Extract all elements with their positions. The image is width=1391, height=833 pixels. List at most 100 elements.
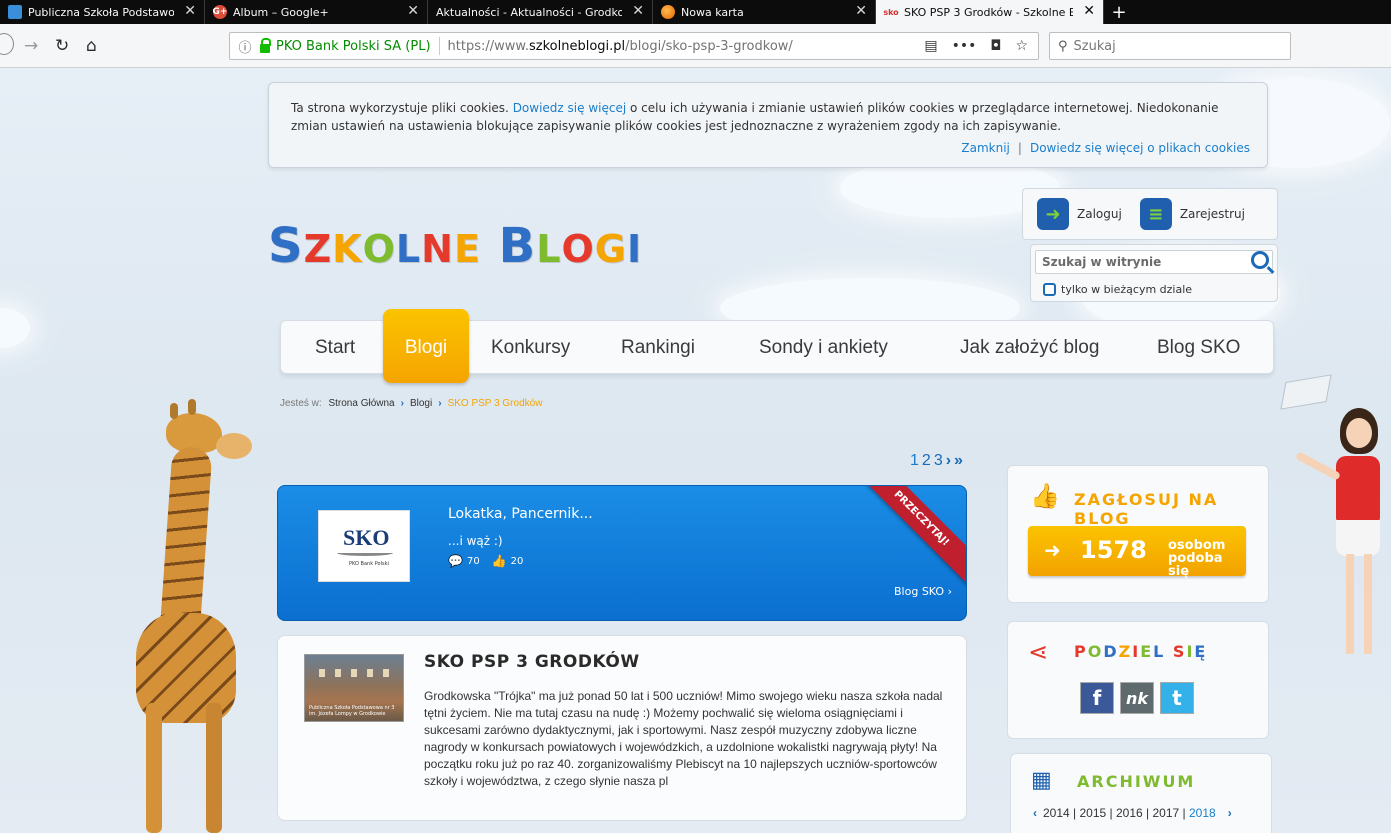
year-2015-link[interactable]: 2015 — [1080, 806, 1107, 820]
cookie-policy-link[interactable]: Dowiedz się więcej o plikach cookies — [1030, 141, 1250, 155]
site-search-input[interactable]: Szukaj w witrynie — [1035, 250, 1273, 274]
featured-post-title[interactable]: Lokatka, Pancernik... — [448, 506, 593, 522]
share-title-letter: E — [1140, 642, 1154, 661]
nk-share-button[interactable]: nk — [1120, 682, 1154, 714]
search-placeholder: Szukaj — [1073, 38, 1116, 54]
share-title-letter: P — [1074, 642, 1088, 661]
featured-blog-link[interactable]: Blog SKO › — [894, 585, 952, 598]
browser-search-input[interactable]: ⚲ Szukaj — [1049, 32, 1291, 60]
comments-count: 70 — [466, 555, 480, 567]
tab-aktualnosci[interactable]: Aktualności - Aktualności - Grodko ✕ — [428, 0, 653, 24]
register-list-icon[interactable]: ≡ — [1139, 198, 1172, 230]
blog-body: Grodkowska "Trójka" ma już ponad 50 lat … — [424, 689, 943, 788]
address-bar[interactable]: ⓘ PKO Bank Polski SA (PL) https://www.sz… — [229, 32, 1039, 60]
close-tab-icon[interactable]: ✕ — [632, 3, 644, 19]
year-2014-link[interactable]: 2014 — [1043, 806, 1070, 820]
site-identity[interactable]: PKO Bank Polski SA (PL) — [276, 39, 431, 54]
next-year-icon[interactable]: › — [1228, 806, 1232, 820]
pocket-icon[interactable]: ◘ — [990, 38, 1001, 54]
magnifier-icon[interactable] — [1251, 251, 1269, 269]
breadcrumb: Jesteś w: Strona Główna › Blogi › SKO PSP 3 … — [280, 398, 542, 409]
tab-title: Aktualności - Aktualności - Grodko — [436, 5, 622, 19]
close-tab-icon[interactable]: ✕ — [1083, 3, 1095, 19]
sko-logo-thumbnail[interactable]: SKO PKO Bank Polski — [318, 510, 410, 582]
new-tab-plus-icon[interactable]: + — [1104, 0, 1134, 24]
login-arrow-icon[interactable]: ➜ — [1037, 198, 1069, 230]
featured-post-stats: 💬 70 👍 20 — [448, 554, 523, 568]
nav-rankingi[interactable]: Rankingi — [621, 337, 695, 359]
school-photo[interactable]: Publiczna Szkoła Podstawowa nr 3 im. Józ… — [304, 654, 404, 722]
breadcrumb-blogi-link[interactable]: Blogi — [410, 398, 432, 409]
year-2016-link[interactable]: 2016 — [1116, 806, 1143, 820]
page-3-link[interactable]: 3 — [934, 452, 943, 469]
read-ribbon[interactable]: PRZECZYTAJ! — [851, 486, 966, 589]
close-tab-icon[interactable]: ✕ — [407, 3, 419, 19]
tab-title: SKO PSP 3 Grodków - Szkolne B — [904, 5, 1073, 19]
reader-view-icon[interactable]: ▤ — [924, 38, 937, 54]
nav-blog-sko[interactable]: Blog SKO — [1157, 337, 1240, 359]
pagination: 1 2 3 ›» — [910, 452, 966, 470]
girl-skirt — [1336, 520, 1380, 556]
current-section-label: tylko w bieżącym dziale — [1061, 283, 1193, 296]
firefox-icon — [661, 5, 675, 19]
facebook-share-button[interactable]: f — [1080, 682, 1114, 714]
nav-start[interactable]: Start — [315, 337, 355, 359]
year-2018-link[interactable]: 2018 — [1189, 806, 1216, 820]
login-link[interactable]: Zaloguj — [1077, 207, 1122, 221]
share-icon: ⋖ — [1028, 638, 1049, 666]
share-title-letter: L — [1153, 642, 1166, 661]
window-decoration — [351, 669, 357, 677]
current-section-checkbox[interactable] — [1043, 283, 1056, 296]
girl-shirt — [1336, 456, 1380, 522]
url-text[interactable]: https://www.szkolneblogi.pl/blogi/sko-ps… — [448, 39, 925, 54]
twitter-share-button[interactable]: t — [1160, 682, 1194, 714]
year-2017-link[interactable]: 2017 — [1153, 806, 1180, 820]
forward-arrow-icon[interactable]: → — [24, 36, 38, 56]
sko-logo-text: SKO — [343, 525, 390, 550]
cookie-learn-more-link[interactable]: Dowiedz się więcej — [513, 101, 626, 115]
girl-leg — [1346, 554, 1354, 654]
more-actions-icon[interactable]: ••• — [952, 38, 977, 54]
tab-publiczna-szkola[interactable]: Publiczna Szkoła Podstawowa n ✕ — [0, 0, 205, 24]
school-favicon-icon — [8, 5, 22, 19]
lock-icon — [260, 37, 271, 53]
reload-icon[interactable]: ↻ — [55, 36, 69, 56]
info-icon[interactable]: ⓘ — [234, 37, 256, 56]
close-tab-icon[interactable]: ✕ — [855, 3, 867, 19]
nav-jak-zalozyc-blog[interactable]: Jak założyć blog — [960, 337, 1099, 359]
giraffe-snout — [216, 433, 252, 459]
logo-letter: L — [395, 227, 422, 271]
giraffe-illustration — [110, 399, 280, 833]
cookie-close-link[interactable]: Zamknij — [961, 141, 1010, 155]
main-navigation: Start Blogi Konkursy Rankingi Sondy i an… — [280, 309, 1274, 383]
archive-title: ARCHIWUM — [1077, 772, 1196, 791]
girl-face — [1346, 418, 1372, 448]
tab-sko-psp[interactable]: sko SKO PSP 3 Grodków - Szkolne B ✕ — [876, 0, 1104, 24]
home-icon[interactable]: ⌂ — [86, 36, 97, 56]
nav-konkursy[interactable]: Konkursy — [491, 337, 570, 359]
logo-letter: N — [421, 227, 454, 271]
tab-google-album[interactable]: G+ Album – Google+ ✕ — [205, 0, 428, 24]
tab-new-tab[interactable]: Nowa karta ✕ — [653, 0, 876, 24]
szkolne-blogi-logo[interactable]: SZKOLNE BLOGI — [268, 218, 642, 274]
prev-year-icon[interactable]: ‹ — [1033, 806, 1037, 820]
bookmark-star-icon[interactable]: ☆ — [1015, 38, 1028, 54]
back-button[interactable] — [0, 33, 14, 55]
vote-button[interactable]: ➜ 1578 osobom podoba się — [1028, 526, 1246, 578]
featured-post[interactable]: SKO PKO Bank Polski Lokatka, Pancernik..… — [277, 485, 967, 621]
cookie-notice: Ta strona wykorzystuje pliki cookies. Do… — [268, 82, 1268, 168]
register-link[interactable]: Zarejestruj — [1180, 207, 1245, 221]
breadcrumb-home-link[interactable]: Strona Główna — [328, 398, 394, 409]
page-2-link[interactable]: 2 — [922, 452, 931, 469]
share-title-letter: Ę — [1194, 642, 1208, 661]
share-title-letter — [1165, 642, 1173, 661]
nav-sondy-i-ankiety[interactable]: Sondy i ankiety — [759, 337, 888, 359]
close-tab-icon[interactable]: ✕ — [184, 3, 196, 19]
next-page-icon[interactable]: › — [946, 452, 951, 469]
tab-title: Nowa karta — [681, 5, 744, 19]
url-domain: szkolneblogi.pl — [528, 38, 626, 54]
vote-widget: 👍 ZAGŁOSUJ NA BLOG ➜ 1578 osobom podoba s… — [1007, 465, 1269, 603]
last-page-icon[interactable]: » — [954, 452, 963, 469]
nav-blogi[interactable]: Blogi — [383, 309, 469, 383]
page-1-link[interactable]: 1 — [910, 452, 919, 469]
